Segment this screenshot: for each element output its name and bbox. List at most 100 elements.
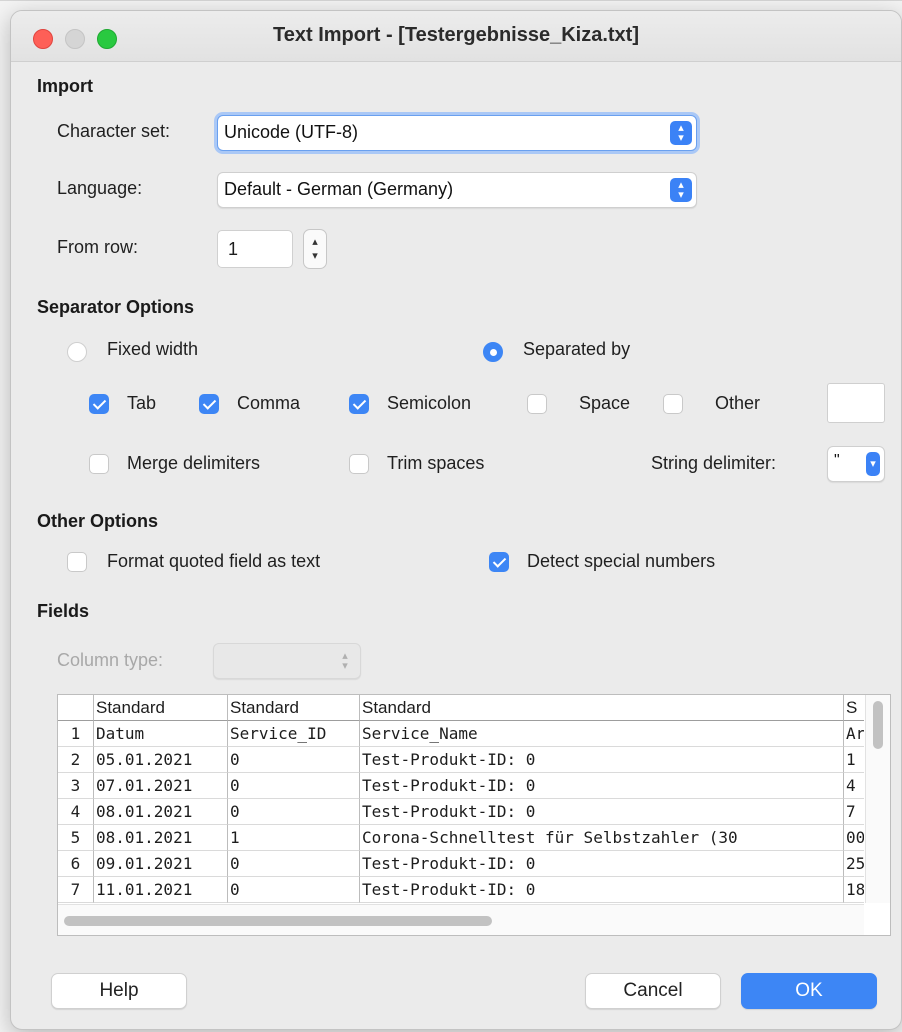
format-quoted-checkbox[interactable]: [67, 552, 87, 572]
horizontal-scroll-thumb[interactable]: [64, 916, 492, 926]
semicolon-label: Semicolon: [387, 393, 472, 413]
import-heading: Import: [37, 76, 93, 96]
string-delimiter-value: ": [834, 452, 840, 469]
ok-button[interactable]: OK: [741, 973, 877, 1009]
from-row-stepper[interactable]: ▴ ▾: [303, 229, 327, 269]
table-cell: 0: [228, 851, 360, 877]
language-label: Language:: [57, 178, 143, 198]
corner-cell: [58, 695, 94, 721]
language-select[interactable]: Default - German (Germany) ▴ ▾: [217, 172, 697, 208]
language-value: Default - German (Germany): [224, 179, 454, 199]
space-checkbox[interactable]: [527, 394, 547, 414]
table-cell: 00: [844, 825, 864, 851]
table-cell: Test-Produkt-ID: 0: [360, 773, 844, 799]
column-header[interactable]: Standard: [94, 695, 228, 721]
from-row-input[interactable]: 1: [217, 230, 293, 268]
row-number: 2: [58, 747, 94, 773]
preview-grid[interactable]: Standard Standard Standard S 1 Datum Ser…: [57, 694, 891, 936]
other-options-heading: Other Options: [37, 511, 158, 531]
chevron-updown-icon: ▴ ▾: [670, 178, 692, 202]
character-set-value: Unicode (UTF-8): [224, 122, 359, 142]
row-number: 1: [58, 721, 94, 747]
row-number: 4: [58, 799, 94, 825]
from-row-label: From row:: [57, 237, 138, 257]
table-row: 1 Datum Service_ID Service_Name Ar: [58, 721, 864, 747]
vertical-scroll-thumb[interactable]: [873, 701, 883, 749]
other-label: Other: [715, 393, 761, 413]
table-cell: Ar: [844, 721, 864, 747]
column-header-row: Standard Standard Standard S: [58, 695, 864, 721]
row-number: 3: [58, 773, 94, 799]
detect-special-numbers-checkbox[interactable]: [489, 552, 509, 572]
table-row: 4 08.01.2021 0 Test-Produkt-ID: 0 7: [58, 799, 864, 825]
preview-table: Standard Standard Standard S 1 Datum Ser…: [58, 695, 864, 903]
table-cell: Service_Name: [360, 721, 844, 747]
text-import-dialog: Text Import - [Testergebnisse_Kiza.txt] …: [10, 10, 902, 1030]
column-header[interactable]: Standard: [228, 695, 360, 721]
help-button[interactable]: Help: [51, 973, 187, 1009]
table-cell: 0: [228, 747, 360, 773]
chevron-updown-icon: ▴ ▾: [670, 121, 692, 145]
character-set-select[interactable]: Unicode (UTF-8) ▴ ▾: [217, 115, 697, 151]
tab-label: Tab: [127, 393, 157, 413]
chevron-down-icon: ▾: [866, 452, 880, 476]
character-set-label: Character set:: [57, 121, 171, 141]
separated-by-label: Separated by: [523, 339, 631, 359]
table-cell: Corona-Schnelltest für Selbstzahler (30: [360, 825, 844, 851]
fixed-width-label: Fixed width: [107, 339, 199, 359]
fixed-width-radio[interactable]: [67, 342, 87, 362]
string-delimiter-label: String delimiter:: [651, 453, 777, 473]
table-cell: Test-Produkt-ID: 0: [360, 799, 844, 825]
table-cell: Test-Produkt-ID: 0: [360, 877, 844, 903]
table-cell: 08.01.2021: [94, 825, 228, 851]
table-cell: 18: [844, 877, 864, 903]
table-cell: 07.01.2021: [94, 773, 228, 799]
row-number: 6: [58, 851, 94, 877]
table-cell: 4: [844, 773, 864, 799]
column-header[interactable]: Standard: [360, 695, 844, 721]
row-number: 5: [58, 825, 94, 851]
trim-spaces-checkbox[interactable]: [349, 454, 369, 474]
table-cell: Test-Produkt-ID: 0: [360, 851, 844, 877]
cancel-button[interactable]: Cancel: [585, 973, 721, 1009]
table-cell: 1: [844, 747, 864, 773]
table-row: 3 07.01.2021 0 Test-Produkt-ID: 0 4: [58, 773, 864, 799]
column-type-select[interactable]: ▴ ▾: [213, 643, 361, 679]
table-cell: 0: [228, 877, 360, 903]
fields-heading: Fields: [37, 601, 90, 621]
table-cell: 05.01.2021: [94, 747, 228, 773]
tab-checkbox[interactable]: [89, 394, 109, 414]
table-cell: 0: [228, 799, 360, 825]
table-cell: Service_ID: [228, 721, 360, 747]
table-row: 7 11.01.2021 0 Test-Produkt-ID: 0 18: [58, 877, 864, 903]
semicolon-checkbox[interactable]: [349, 394, 369, 414]
comma-checkbox[interactable]: [199, 394, 219, 414]
separated-by-radio[interactable]: [483, 342, 503, 362]
from-row-value: 1: [228, 239, 239, 259]
table-cell: 09.01.2021: [94, 851, 228, 877]
table-cell: Datum: [94, 721, 228, 747]
format-quoted-label: Format quoted field as text: [107, 551, 321, 571]
title-bar: Text Import - [Testergebnisse_Kiza.txt]: [11, 11, 901, 62]
table-cell: 08.01.2021: [94, 799, 228, 825]
row-number: 7: [58, 877, 94, 903]
window-title: Text Import - [Testergebnisse_Kiza.txt]: [273, 24, 639, 46]
string-delimiter-select[interactable]: " ▾: [827, 446, 885, 482]
merge-delimiters-checkbox[interactable]: [89, 454, 109, 474]
table-cell: 7: [844, 799, 864, 825]
space-label: Space: [579, 393, 631, 413]
table-row: 6 09.01.2021 0 Test-Produkt-ID: 0 25: [58, 851, 864, 877]
merge-delimiters-label: Merge delimiters: [127, 453, 261, 473]
other-checkbox[interactable]: [663, 394, 683, 414]
vertical-scrollbar[interactable]: [865, 695, 890, 903]
column-header[interactable]: S: [844, 695, 864, 721]
table-cell: 25: [844, 851, 864, 877]
trim-spaces-label: Trim spaces: [387, 453, 485, 473]
column-type-label: Column type:: [57, 650, 164, 670]
other-separator-input[interactable]: [827, 383, 885, 423]
horizontal-scrollbar[interactable]: [58, 904, 864, 935]
table-row: 2 05.01.2021 0 Test-Produkt-ID: 0 1: [58, 747, 864, 773]
table-cell: 11.01.2021: [94, 877, 228, 903]
chevron-updown-icon: ▴ ▾: [342, 650, 348, 672]
detect-special-numbers-label: Detect special numbers: [527, 551, 716, 571]
